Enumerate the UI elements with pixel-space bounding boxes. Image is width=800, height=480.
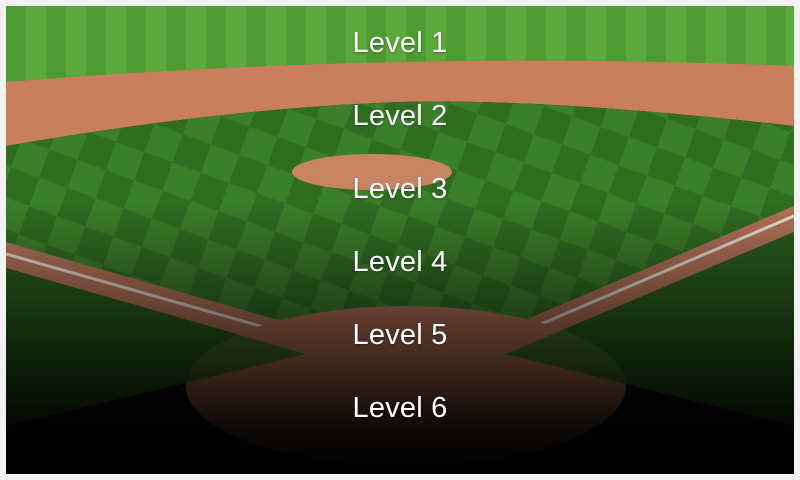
- level-4-button[interactable]: Level 4: [300, 234, 500, 290]
- level-3-label: Level 3: [352, 172, 448, 205]
- level-3-button[interactable]: Level 3: [300, 161, 500, 217]
- level-2-button[interactable]: Level 2: [300, 88, 500, 144]
- level-menu: Level 1 Level 2 Level 3 Level 4 Level 5 …: [6, 6, 794, 474]
- level-6-button[interactable]: Level 6: [300, 380, 500, 436]
- level-4-label: Level 4: [352, 245, 448, 278]
- level-1-label: Level 1: [352, 26, 448, 59]
- level-6-label: Level 6: [352, 391, 448, 424]
- level-5-label: Level 5: [352, 318, 448, 351]
- game-screen: Level 1 Level 2 Level 3 Level 4 Level 5 …: [6, 6, 794, 474]
- level-5-button[interactable]: Level 5: [300, 307, 500, 363]
- level-2-label: Level 2: [352, 99, 448, 132]
- level-1-button[interactable]: Level 1: [300, 15, 500, 71]
